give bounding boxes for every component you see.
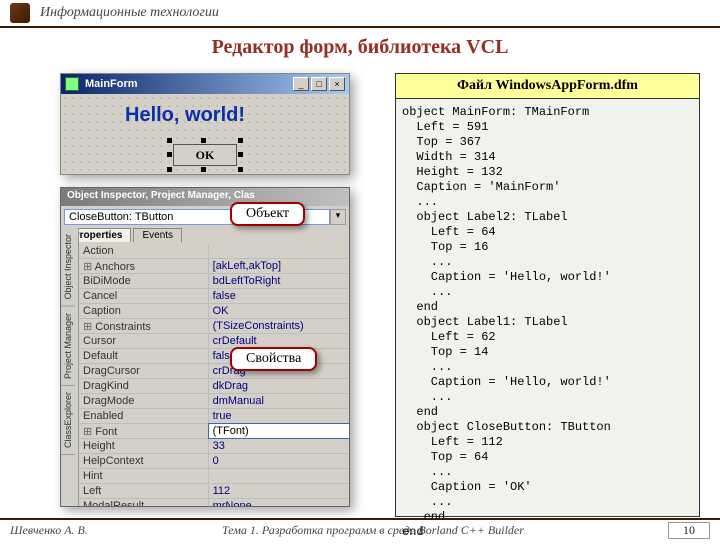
prop-value[interactable]: OK: [209, 304, 349, 318]
prop-value[interactable]: bdLeftToRight: [209, 274, 349, 288]
prop-name: Action: [79, 244, 209, 258]
prop-row[interactable]: Enabledtrue: [79, 409, 349, 424]
prop-name: Caption: [79, 304, 209, 318]
prop-name: ModalResult: [79, 499, 209, 506]
callout-object: Объект: [230, 202, 305, 226]
prop-row[interactable]: ModalResultmrNone: [79, 499, 349, 506]
prop-name: DragCursor: [79, 364, 209, 378]
prop-name: Enabled: [79, 409, 209, 423]
ok-button[interactable]: OK: [173, 144, 237, 166]
footer-author: Шевченко А. В.: [10, 523, 88, 538]
chevron-down-icon[interactable]: ▾: [330, 209, 346, 225]
prop-name: Cursor: [79, 334, 209, 348]
prop-name: Default: [79, 349, 209, 363]
prop-name: Anchors: [79, 259, 209, 273]
footer: Шевченко А. В. Тема 1. Разработка програ…: [0, 518, 720, 540]
maximize-icon[interactable]: □: [311, 77, 327, 91]
tab-events[interactable]: Events: [133, 228, 182, 242]
prop-value[interactable]: (TFont): [209, 424, 349, 438]
prop-value[interactable]: [209, 469, 349, 483]
prop-value[interactable]: 112: [209, 484, 349, 498]
prop-value[interactable]: [209, 244, 349, 258]
form-designer-window: MainForm _ □ × Hello, world! OK: [60, 73, 350, 175]
prop-name: DragKind: [79, 379, 209, 393]
prop-row[interactable]: Hint: [79, 469, 349, 484]
prop-name: Font: [79, 424, 209, 438]
prop-row[interactable]: Anchors[akLeft,akTop]: [79, 259, 349, 274]
minimize-icon[interactable]: _: [293, 77, 309, 91]
side-tab-oi[interactable]: Object Inspector: [61, 228, 75, 307]
prop-value[interactable]: dmManual: [209, 394, 349, 408]
form-titlebar: MainForm _ □ ×: [61, 74, 349, 94]
form-icon: [65, 77, 79, 91]
prop-row[interactable]: DragKinddkDrag: [79, 379, 349, 394]
logo-icon: [10, 3, 30, 23]
prop-name: Constraints: [79, 319, 209, 333]
content-area: MainForm _ □ × Hello, world! OK Object I…: [0, 67, 720, 529]
prop-name: HelpContext: [79, 454, 209, 468]
prop-row[interactable]: Height33: [79, 439, 349, 454]
dfm-file-body: object MainForm: TMainForm Left = 591 To…: [396, 99, 699, 546]
top-bar: Информационные технологии: [0, 0, 720, 28]
prop-value[interactable]: false: [209, 289, 349, 303]
prop-value[interactable]: 33: [209, 439, 349, 453]
prop-row[interactable]: HelpContext0: [79, 454, 349, 469]
hello-label[interactable]: Hello, world!: [125, 104, 245, 127]
prop-value[interactable]: crDefault: [209, 334, 349, 348]
prop-value[interactable]: true: [209, 409, 349, 423]
prop-name: Cancel: [79, 289, 209, 303]
prop-value[interactable]: mrNone: [209, 499, 349, 506]
dfm-file-panel: Файл WindowsAppForm.dfm object MainForm:…: [395, 73, 700, 517]
dfm-file-header: Файл WindowsAppForm.dfm: [396, 74, 699, 99]
property-grid[interactable]: ActionAnchors[akLeft,akTop]BiDiModebdLef…: [79, 244, 349, 506]
slide-title: Редактор форм, библиотека VCL: [0, 36, 720, 59]
prop-name: Left: [79, 484, 209, 498]
prop-row[interactable]: Cancelfalse: [79, 289, 349, 304]
prop-row[interactable]: CaptionOK: [79, 304, 349, 319]
side-tab-ce[interactable]: ClassExplorer: [61, 386, 75, 455]
prop-row[interactable]: Action: [79, 244, 349, 259]
prop-value[interactable]: dkDrag: [209, 379, 349, 393]
prop-row[interactable]: Font(TFont): [79, 424, 349, 439]
callout-properties: Свойства: [230, 347, 317, 371]
prop-name: Hint: [79, 469, 209, 483]
prop-value[interactable]: [akLeft,akTop]: [209, 259, 349, 273]
form-title: MainForm: [85, 78, 138, 90]
prop-row[interactable]: Constraints(TSizeConstraints): [79, 319, 349, 334]
prop-value[interactable]: 0: [209, 454, 349, 468]
prop-row[interactable]: Left112: [79, 484, 349, 499]
form-body: Hello, world! OK: [61, 94, 349, 174]
prop-name: Height: [79, 439, 209, 453]
prop-name: DragMode: [79, 394, 209, 408]
side-tabs: Object Inspector Project Manager ClassEx…: [61, 228, 79, 506]
page-number: 10: [668, 522, 710, 539]
prop-value[interactable]: (TSizeConstraints): [209, 319, 349, 333]
course-title: Информационные технологии: [40, 5, 219, 21]
close-icon[interactable]: ×: [329, 77, 345, 91]
side-tab-pm[interactable]: Project Manager: [61, 307, 75, 386]
inspector-titlebar: Object Inspector, Project Manager, Clas: [61, 188, 349, 206]
prop-row[interactable]: BiDiModebdLeftToRight: [79, 274, 349, 289]
prop-row[interactable]: DragModedmManual: [79, 394, 349, 409]
prop-name: BiDiMode: [79, 274, 209, 288]
footer-topic: Тема 1. Разработка программ в среде Borl…: [222, 523, 524, 538]
